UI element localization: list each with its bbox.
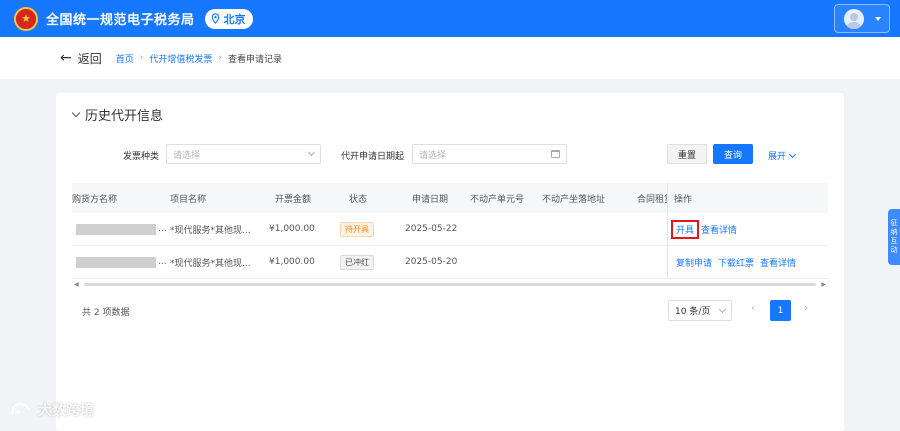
status-cell: 已冲红: [340, 246, 374, 278]
status-badge: 待开具: [340, 221, 374, 237]
location-pin-icon: [211, 13, 219, 24]
invoice-type-select[interactable]: 请选择: [166, 144, 321, 164]
history-card: 历史代开信息 发票种类 请选择 代开申请日期起 请选择 重置 查询 展开 购货方…: [56, 93, 844, 431]
breadcrumb-home[interactable]: 首页: [116, 52, 134, 65]
next-page-icon[interactable]: ›: [804, 303, 808, 314]
site-title: 全国统一规范电子税务局: [46, 13, 195, 28]
breadcrumb-separator-icon: ›: [218, 53, 222, 63]
side-tab-char: 动: [890, 246, 898, 254]
scroll-right-icon[interactable]: ▶: [821, 281, 826, 288]
project-name-cell: *现代服务*其他现...: [170, 258, 251, 269]
buyer-name-suffix: ...: [158, 224, 167, 234]
buyer-name-suffix: ...: [158, 257, 167, 267]
watermark-text: 大数跨境: [38, 403, 94, 419]
buyer-name-cell: ...: [76, 246, 167, 278]
chevron-down-icon: [788, 150, 797, 158]
redacted-block: [76, 223, 156, 235]
invoice-type-placeholder: 请选择: [173, 150, 201, 161]
date-cell: 2025-05-20: [405, 257, 458, 267]
status-badge: 已冲红: [340, 254, 374, 270]
chevron-down-icon: [71, 108, 81, 117]
actions-group: 复制申请 下载红票 查看详情: [676, 246, 802, 278]
issue-button[interactable]: 开具: [671, 219, 700, 239]
expand-toggle[interactable]: 展开: [768, 149, 797, 162]
region-label: 北京: [223, 12, 246, 26]
column-header: 不动产坐落地址: [542, 194, 606, 205]
column-header: 状态: [349, 194, 368, 205]
view-details-link[interactable]: 查看详情: [760, 256, 796, 269]
apply-date-picker[interactable]: 请选择: [412, 144, 567, 164]
side-tab-char: 纳: [890, 228, 898, 236]
breadcrumb-invoice[interactable]: 代开增值税发票: [149, 52, 212, 65]
project-name-cell: *现代服务*其他现...: [170, 225, 251, 236]
breadcrumb: 首页 › 代开增值税发票 › 查看申请记录: [116, 52, 282, 65]
back-label: 返回: [77, 51, 102, 66]
buyer-name-cell: ...: [76, 213, 167, 245]
apply-date-placeholder: 请选择: [419, 150, 447, 161]
back-button[interactable]: ← 返回: [60, 50, 102, 67]
reset-button[interactable]: 重置: [667, 144, 707, 164]
chevron-down-icon: [307, 148, 316, 157]
page-size-value: 10 条/页: [675, 307, 711, 317]
section-title: 历史代开信息: [85, 109, 164, 124]
actions-column-header: 操作: [667, 183, 828, 213]
user-avatar-icon: [844, 8, 864, 29]
column-header: 合同租赁: [637, 194, 667, 205]
expand-label: 展开: [768, 152, 787, 162]
actions-cell: 开具 查看详情: [667, 213, 828, 245]
page-size-select[interactable]: 10 条/页: [668, 300, 732, 321]
region-selector[interactable]: 北京: [204, 8, 253, 29]
section-header[interactable]: 历史代开信息: [71, 105, 164, 124]
column-header: 操作: [674, 194, 693, 205]
arrow-left-icon: ←: [60, 50, 72, 66]
chevron-down-icon: [875, 16, 881, 21]
amount-cell: ¥1,000.00: [269, 224, 315, 234]
side-tab-char: 征: [890, 219, 898, 227]
apply-date-label: 代开申请日期起: [341, 152, 405, 162]
copy-application-link[interactable]: 复制申请: [676, 256, 712, 269]
breadcrumb-separator-icon: ›: [139, 53, 144, 63]
prev-page-icon[interactable]: ‹: [751, 303, 755, 314]
amount-cell: ¥1,000.00: [269, 257, 315, 267]
breadcrumb-bar: ← 返回 首页 › 代开增值税发票 › 查看申请记录: [0, 37, 900, 79]
page-number-current[interactable]: 1: [770, 300, 791, 321]
horizontal-scrollbar[interactable]: ◀ ▶: [72, 281, 828, 288]
column-header: 项目名称: [170, 194, 207, 205]
scroll-left-icon[interactable]: ◀: [74, 281, 79, 288]
table-row: ... *现代服务*其他现... ¥1,000.00 已冲红 2025-05-2…: [72, 246, 828, 279]
total-count: 共 2 项数据: [82, 308, 130, 318]
chevron-down-icon: [718, 305, 727, 313]
scrollbar-thumb[interactable]: [84, 283, 816, 286]
table-header: 购货方名称 项目名称 开票金额 状态 申请日期 不动产单元号 不动产坐落地址 合…: [72, 183, 828, 213]
interaction-side-tab[interactable]: 征 纳 互 动: [888, 209, 900, 265]
history-table: 购货方名称 项目名称 开票金额 状态 申请日期 不动产单元号 不动产坐落地址 合…: [72, 183, 828, 279]
column-header: 不动产单元号: [470, 194, 525, 205]
actions-cell: 复制申请 下载红票 查看详情: [667, 246, 828, 278]
user-menu[interactable]: [834, 4, 890, 33]
watermark-logo-icon: [11, 402, 30, 416]
column-header: 开票金额: [275, 194, 312, 205]
actions-group: 开具 查看详情: [671, 213, 743, 245]
status-cell: 待开具: [340, 213, 374, 245]
calendar-icon: [551, 150, 560, 158]
query-button[interactable]: 查询: [713, 144, 753, 164]
column-header: 购货方名称: [72, 194, 118, 205]
redacted-block: [76, 256, 156, 268]
national-emblem-icon: ★: [14, 6, 38, 31]
top-header: ★ 全国统一规范电子税务局 北京: [0, 0, 900, 37]
table-row: ... *现代服务*其他现... ¥1,000.00 待开具 2025-05-2…: [72, 213, 828, 246]
invoice-type-label: 发票种类: [123, 152, 160, 162]
watermark: 大数跨境: [10, 400, 94, 420]
breadcrumb-current: 查看申请记录: [228, 54, 283, 65]
date-cell: 2025-05-22: [405, 224, 458, 234]
view-details-link[interactable]: 查看详情: [701, 223, 737, 236]
side-tab-char: 互: [890, 237, 898, 245]
column-header: 申请日期: [412, 194, 449, 205]
download-red-invoice-link[interactable]: 下载红票: [718, 256, 754, 269]
